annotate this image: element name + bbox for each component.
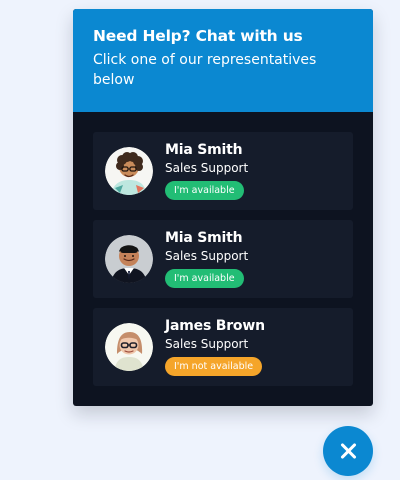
close-button[interactable] (323, 426, 373, 476)
chat-title: Need Help? Chat with us (93, 27, 303, 45)
avatar-woman-glasses (105, 323, 153, 371)
representative-role: Sales Support (165, 337, 249, 351)
representative-info: Mia Smith Sales Support I'm available (165, 141, 248, 200)
chat-widget: Need Help? Chat with us Click one of our… (73, 9, 373, 406)
representative-name: Mia Smith (165, 230, 243, 246)
representative-name: James Brown (165, 318, 265, 334)
close-icon (339, 442, 357, 460)
chat-subtitle: Click one of our representatives below (93, 52, 317, 88)
representative-info: James Brown Sales Support I'm not availa… (165, 317, 265, 376)
representative-card-mia-smith-1[interactable]: Mia Smith Sales Support I'm available (93, 132, 353, 210)
page-root: Need Help? Chat with us Click one of our… (0, 0, 400, 480)
representative-name: Mia Smith (165, 142, 243, 158)
status-badge: I'm available (165, 181, 244, 200)
representative-info: Mia Smith Sales Support I'm available (165, 229, 248, 288)
representative-list: Mia Smith Sales Support I'm available Mi… (93, 132, 353, 396)
representative-role: Sales Support (165, 249, 249, 263)
status-badge: I'm not available (165, 357, 263, 376)
avatar-man-suit (105, 235, 153, 283)
status-badge: I'm available (165, 269, 244, 288)
representative-role: Sales Support (165, 161, 249, 175)
avatar-curly-hair-man (105, 147, 153, 195)
representative-card-mia-smith-2[interactable]: Mia Smith Sales Support I'm available (93, 220, 353, 298)
representative-card-james-brown[interactable]: James Brown Sales Support I'm not availa… (93, 308, 353, 386)
chat-header: Need Help? Chat with us Click one of our… (73, 9, 373, 112)
